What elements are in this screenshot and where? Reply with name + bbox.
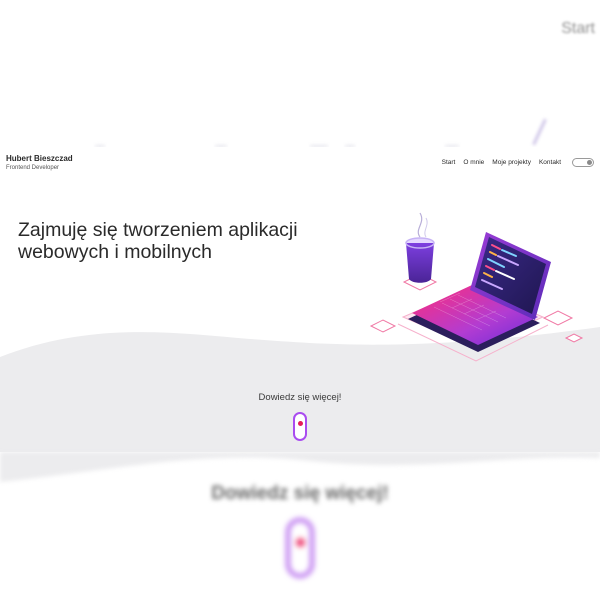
brand[interactable]: Hubert Bieszczad Frontend Developer <box>6 154 73 173</box>
blurred-scroll-mouse-icon <box>286 518 314 578</box>
screenshot-root: Start Hubert Bieszczad Frontend Develope… <box>0 0 600 600</box>
scroll-dot <box>298 421 303 426</box>
floor-tile-left <box>369 319 397 333</box>
nav-item-projects[interactable]: Moje projekty <box>492 159 531 166</box>
nav-item-about[interactable]: O mnie <box>463 159 484 166</box>
laptop-coffee-illustration <box>369 212 584 362</box>
nav-item-contact[interactable]: Kontakt <box>539 159 561 166</box>
brand-role: Frontend Developer <box>6 165 60 171</box>
blurred-nav-start: Start <box>561 20 595 37</box>
hero-title: Zajmuję się tworzeniem aplikacji webowyc… <box>18 219 298 263</box>
website-card: Hubert Bieszczad Frontend Developer Star… <box>0 147 600 452</box>
brand-name: Hubert Bieszczad <box>6 154 73 163</box>
toggle-knob <box>587 160 592 165</box>
floor-tile-right <box>542 310 574 326</box>
scroll-mouse-icon[interactable] <box>293 412 307 441</box>
main-nav: Start O mnie Moje projekty Kontakt <box>442 158 594 167</box>
blurred-scroll-dot <box>296 538 305 547</box>
learn-more-link[interactable]: Dowiedz się więcej! <box>0 392 600 403</box>
nav-item-start[interactable]: Start <box>442 159 456 166</box>
floor-tile-small <box>564 333 584 343</box>
blurred-steam-decoration <box>532 118 547 146</box>
blurred-learn-more: Dowiedz się więcej! <box>211 483 389 504</box>
theme-toggle[interactable] <box>572 158 594 167</box>
